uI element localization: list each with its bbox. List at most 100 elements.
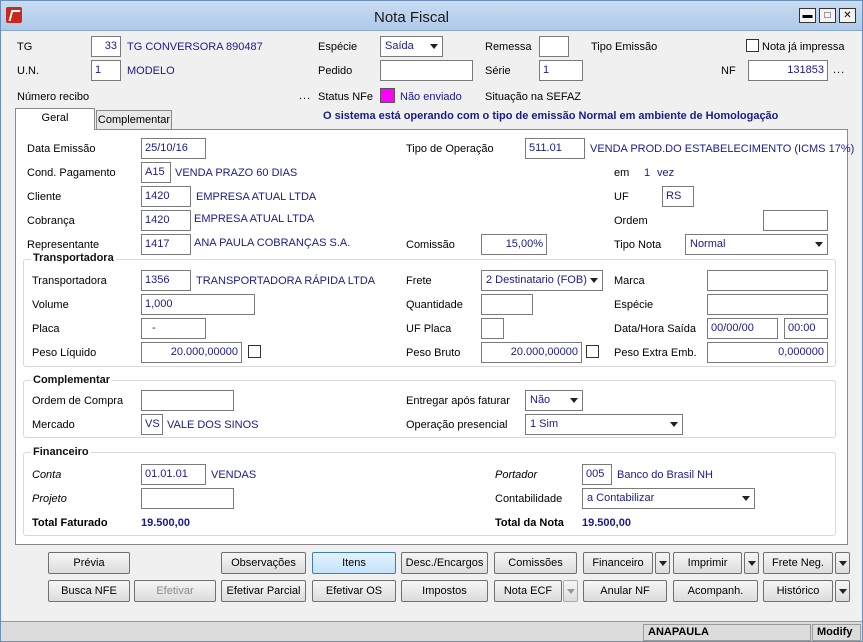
uf-placa-input[interactable] bbox=[481, 318, 504, 339]
transportadora-input[interactable]: 1356 bbox=[141, 270, 191, 291]
frete-select[interactable]: 2 Destinatario (FOB) bbox=[481, 270, 603, 291]
tipo-operacao-input[interactable]: 511.01 bbox=[525, 138, 585, 159]
title-bar[interactable]: Nota Fiscal ▬ □ ✕ bbox=[1, 1, 862, 31]
nota-fiscal-window: Nota Fiscal ▬ □ ✕ TG 33 TG CONVERSORA 89… bbox=[0, 0, 863, 642]
volume-input[interactable]: 1,000 bbox=[141, 294, 255, 315]
itens-button[interactable]: Itens bbox=[312, 552, 396, 574]
un-name: MODELO bbox=[127, 65, 175, 77]
quantidade-input[interactable] bbox=[481, 294, 533, 315]
cond-pagamento-input[interactable]: A15 bbox=[141, 162, 171, 183]
historico-button[interactable]: Histórico bbox=[763, 580, 833, 602]
peso-liquido-input[interactable]: 20.000,00000 bbox=[141, 342, 242, 363]
frete-neg-dropdown-button[interactable] bbox=[835, 552, 850, 574]
op-presencial-select[interactable]: 1 Sim bbox=[525, 414, 683, 435]
contabilidade-select[interactable]: a Contabilizar bbox=[582, 488, 755, 509]
especie-transp-input[interactable] bbox=[707, 294, 828, 315]
ordem-compra-input[interactable] bbox=[141, 390, 234, 411]
busca-nfe-button[interactable]: Busca NFE bbox=[48, 580, 130, 602]
status-color-swatch bbox=[380, 88, 395, 103]
tab-complementar[interactable]: Complementar bbox=[96, 110, 172, 130]
nf-input[interactable]: 131853 bbox=[748, 60, 828, 81]
cliente-desc: EMPRESA ATUAL LTDA bbox=[196, 191, 317, 203]
desc-encargos-button[interactable]: Desc./Encargos bbox=[401, 552, 488, 574]
financeiro-button[interactable]: Financeiro bbox=[583, 552, 653, 574]
em-value: 1 bbox=[644, 167, 651, 179]
nota-ecf-button[interactable]: Nota ECF bbox=[494, 580, 562, 602]
peso-liquido-checkbox[interactable] bbox=[248, 345, 261, 358]
chevron-down-icon bbox=[590, 278, 598, 283]
environment-banner: O sistema está operando com o tipo de em… bbox=[323, 110, 779, 122]
frete-label: Frete bbox=[406, 275, 432, 287]
mercado-desc: VALE DOS SINOS bbox=[167, 419, 259, 431]
marca-input[interactable] bbox=[707, 270, 828, 291]
previa-button[interactable]: Prévia bbox=[48, 552, 130, 574]
comissoes-button[interactable]: Comissões bbox=[494, 552, 577, 574]
un-input[interactable]: 1 bbox=[91, 60, 121, 81]
ordem-label: Ordem bbox=[614, 215, 648, 227]
anular-nf-button[interactable]: Anular NF bbox=[583, 580, 667, 602]
nota-ecf-dropdown-button[interactable] bbox=[563, 580, 578, 602]
status-nfe-value: Não enviado bbox=[400, 91, 462, 103]
minimize-button[interactable]: ▬ bbox=[799, 8, 816, 23]
tipo-nota-select[interactable]: Normal bbox=[685, 234, 828, 255]
conta-label: Conta bbox=[32, 469, 62, 481]
peso-extra-input[interactable]: 0,000000 bbox=[707, 342, 828, 363]
efetivar-os-button[interactable]: Efetivar OS bbox=[312, 580, 396, 602]
tg-input[interactable]: 33 bbox=[91, 36, 121, 57]
portador-desc: Banco do Brasil NH bbox=[617, 469, 713, 481]
representante-desc: ANA PAULA COBRANÇAS S.A. bbox=[194, 237, 351, 249]
imprimir-dropdown-button[interactable] bbox=[744, 552, 759, 574]
data-hora-saida-label: Data/Hora Saída bbox=[614, 323, 696, 335]
data-saida-input[interactable]: 00/00/00 bbox=[707, 318, 778, 339]
historico-dropdown-button[interactable] bbox=[835, 580, 850, 602]
mercado-input[interactable]: VS bbox=[141, 414, 163, 435]
data-emissao-input[interactable]: 25/10/16 bbox=[141, 138, 206, 159]
acompanh-button[interactable]: Acompanh. bbox=[673, 580, 758, 602]
serie-input[interactable]: 1 bbox=[539, 60, 583, 81]
tipo-nota-label: Tipo Nota bbox=[614, 239, 662, 251]
total-faturado-value: 19.500,00 bbox=[141, 517, 190, 529]
remessa-label: Remessa bbox=[485, 41, 532, 53]
tab-geral[interactable]: Geral bbox=[15, 108, 95, 130]
comissao-input[interactable]: 15,00% bbox=[481, 234, 547, 255]
status-mode: Modify bbox=[812, 624, 861, 641]
total-nota-value: 19.500,00 bbox=[582, 517, 631, 529]
projeto-input[interactable] bbox=[141, 488, 234, 509]
placa-input[interactable]: - bbox=[141, 318, 206, 339]
hora-saida-input[interactable]: 00:00 bbox=[784, 318, 828, 339]
pedido-input[interactable] bbox=[380, 60, 473, 81]
cobranca-input[interactable]: 1420 bbox=[141, 210, 191, 231]
imprimir-button[interactable]: Imprimir bbox=[673, 552, 742, 574]
complementar-title: Complementar bbox=[31, 374, 113, 386]
frete-neg-button[interactable]: Frete Neg. bbox=[763, 552, 833, 574]
mercado-label: Mercado bbox=[32, 419, 75, 431]
portador-input[interactable]: 005 bbox=[582, 464, 612, 485]
entregar-select[interactable]: Não bbox=[525, 390, 583, 411]
efetivar-button[interactable]: Efetivar bbox=[134, 580, 216, 602]
nota-impressa-checkbox[interactable] bbox=[746, 39, 759, 52]
marca-label: Marca bbox=[614, 275, 645, 287]
nf-lookup-button[interactable]: ... bbox=[833, 64, 845, 76]
peso-bruto-input[interactable]: 20.000,00000 bbox=[481, 342, 582, 363]
close-button[interactable]: ✕ bbox=[839, 8, 856, 23]
financeiro-dropdown-button[interactable] bbox=[655, 552, 670, 574]
especie-select[interactable]: Saída bbox=[380, 36, 443, 57]
conta-input[interactable]: 01.01.01 bbox=[141, 464, 206, 485]
uf-input[interactable]: RS bbox=[662, 186, 694, 207]
ordem-compra-label: Ordem de Compra bbox=[32, 395, 124, 407]
cliente-input[interactable]: 1420 bbox=[141, 186, 191, 207]
projeto-label: Projeto bbox=[32, 493, 67, 505]
financeiro-title: Financeiro bbox=[31, 446, 91, 458]
peso-bruto-checkbox[interactable] bbox=[586, 345, 599, 358]
efetivar-parcial-button[interactable]: Efetivar Parcial bbox=[221, 580, 306, 602]
status-nfe-label: Status NFe bbox=[318, 91, 374, 103]
maximize-button[interactable]: □ bbox=[819, 8, 836, 23]
representante-input[interactable]: 1417 bbox=[141, 234, 191, 255]
impostos-button[interactable]: Impostos bbox=[401, 580, 488, 602]
recibo-lookup-button[interactable]: ... bbox=[299, 90, 311, 102]
especie-value: Saída bbox=[385, 40, 414, 52]
observacoes-button[interactable]: Observações bbox=[221, 552, 306, 574]
ordem-input[interactable] bbox=[763, 210, 828, 231]
contabilidade-value: a Contabilizar bbox=[587, 492, 655, 504]
remessa-input[interactable] bbox=[539, 36, 569, 57]
